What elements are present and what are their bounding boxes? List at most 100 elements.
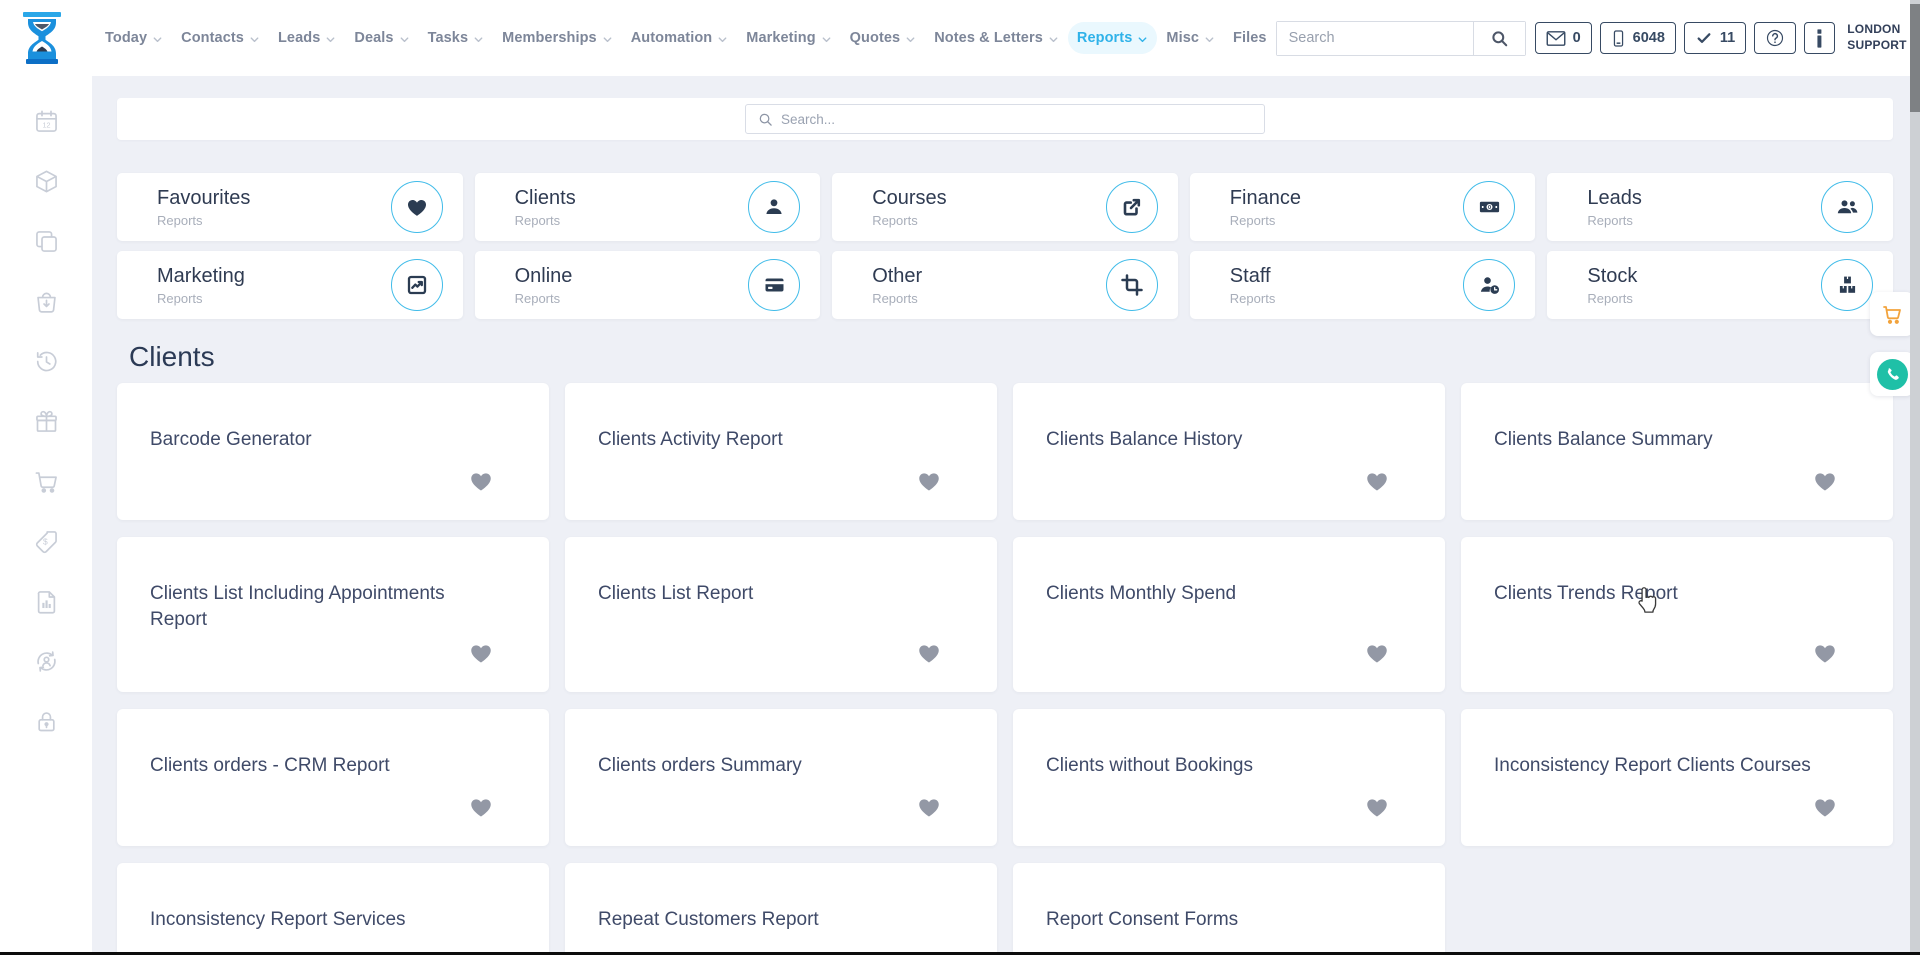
heart-icon: [405, 195, 429, 219]
messages-badge[interactable]: 0: [1535, 22, 1592, 54]
nav-item-today[interactable]: Today: [96, 22, 172, 54]
chevron-down-icon: [399, 34, 410, 45]
category-card-stock[interactable]: Stock Reports: [1547, 251, 1893, 319]
nav-item-leads[interactable]: Leads: [269, 22, 345, 54]
sidebar-item-price-tag[interactable]: $: [33, 528, 60, 555]
category-title: Leads: [1587, 187, 1821, 210]
scrollbar[interactable]: [1910, 0, 1920, 955]
category-card-leads[interactable]: Leads Reports: [1547, 173, 1893, 241]
scrollbar-thumb[interactable]: [1910, 4, 1920, 112]
nav-item-notes-letters[interactable]: Notes & Letters: [925, 22, 1068, 54]
report-card-clients-balance-history[interactable]: Clients Balance History: [1013, 383, 1445, 520]
nav-search-input[interactable]: [1277, 22, 1473, 55]
sidebar-item-gift[interactable]: [33, 408, 60, 435]
chevron-down-icon: [1048, 34, 1059, 45]
nav-item-contacts[interactable]: Contacts: [172, 22, 269, 54]
search-icon[interactable]: [1473, 22, 1525, 55]
help-badge[interactable]: [1754, 22, 1796, 54]
favourite-heart-icon[interactable]: [1812, 794, 1838, 820]
favourite-heart-icon[interactable]: [1364, 794, 1390, 820]
copy-icon: [33, 228, 60, 255]
tasks-badge[interactable]: 11: [1684, 22, 1746, 54]
nav-item-automation[interactable]: Automation: [622, 22, 738, 54]
sidebar-item-report-doc[interactable]: [33, 588, 60, 615]
boxes-icon: [1835, 273, 1860, 297]
report-card-barcode-generator[interactable]: Barcode Generator: [117, 383, 549, 520]
favourite-heart-icon[interactable]: [1812, 640, 1838, 666]
sidebar-item-calendar[interactable]: 12: [33, 108, 60, 135]
category-card-clients[interactable]: Clients Reports: [475, 173, 821, 241]
report-title: Clients orders Summary: [598, 753, 942, 779]
sidebar-item-lock[interactable]: [33, 708, 60, 735]
category-subtitle: Reports: [515, 291, 749, 306]
nav-item-files[interactable]: Files: [1224, 22, 1276, 54]
report-card-clients-orders-crm-report[interactable]: Clients orders - CRM Report: [117, 709, 549, 846]
category-icon-circle: [391, 259, 443, 311]
nav-item-marketing[interactable]: Marketing: [737, 22, 840, 54]
nav-item-label: Notes & Letters: [934, 30, 1043, 46]
nav-item-deals[interactable]: Deals: [345, 22, 418, 54]
favourite-heart-icon[interactable]: [916, 468, 942, 494]
nav-item-label: Automation: [631, 30, 713, 46]
report-card-clients-balance-summary[interactable]: Clients Balance Summary: [1461, 383, 1893, 520]
report-card-clients-activity-report[interactable]: Clients Activity Report: [565, 383, 997, 520]
report-card-inconsistency-report-clients-courses[interactable]: Inconsistency Report Clients Courses: [1461, 709, 1893, 846]
favourite-heart-icon[interactable]: [468, 794, 494, 820]
favourite-heart-icon[interactable]: [1364, 640, 1390, 666]
user-name: LONDON SUPPORT: [1847, 22, 1906, 53]
sidebar-item-bag[interactable]: [33, 288, 60, 315]
favourite-heart-icon[interactable]: [468, 468, 494, 494]
category-text: Finance Reports: [1230, 187, 1464, 228]
category-card-staff[interactable]: Staff Reports: [1190, 251, 1536, 319]
report-card-clients-list-including-appointments-report[interactable]: Clients List Including Appointments Repo…: [117, 537, 549, 692]
nav-item-tasks[interactable]: Tasks: [419, 22, 494, 54]
app-body: 12 $ Favourites Reports Clients Reports C…: [0, 76, 1920, 955]
shop-cart-icon[interactable]: [1870, 292, 1914, 336]
report-card-report-consent-forms[interactable]: Report Consent Forms: [1013, 863, 1445, 955]
app-logo-icon[interactable]: [18, 10, 66, 68]
report-card-clients-list-report[interactable]: Clients List Report: [565, 537, 997, 692]
category-card-other[interactable]: Other Reports: [832, 251, 1178, 319]
report-card-clients-without-bookings[interactable]: Clients without Bookings: [1013, 709, 1445, 846]
report-title: Clients List Including Appointments Repo…: [150, 581, 494, 632]
nav-item-misc[interactable]: Misc: [1157, 22, 1224, 54]
category-card-online[interactable]: Online Reports: [475, 251, 821, 319]
nav-item-quotes[interactable]: Quotes: [841, 22, 926, 54]
category-icon-circle: [1821, 259, 1873, 311]
category-title: Marketing: [157, 265, 391, 288]
category-card-courses[interactable]: Courses Reports: [832, 173, 1178, 241]
favourite-heart-icon[interactable]: [1364, 468, 1390, 494]
sidebar-item-copy[interactable]: [33, 228, 60, 255]
category-card-finance[interactable]: Finance Reports 0: [1190, 173, 1536, 241]
whatsapp-icon[interactable]: [1870, 352, 1914, 396]
report-card-clients-orders-summary[interactable]: Clients orders Summary: [565, 709, 997, 846]
category-card-favourites[interactable]: Favourites Reports: [117, 173, 463, 241]
report-card-clients-monthly-spend[interactable]: Clients Monthly Spend: [1013, 537, 1445, 692]
nav-item-reports[interactable]: Reports: [1068, 22, 1158, 54]
person-sync-icon: [33, 648, 60, 675]
calls-badge[interactable]: 6048: [1600, 22, 1676, 54]
package-icon: [33, 168, 60, 195]
favourite-heart-icon[interactable]: [916, 794, 942, 820]
main-content: Favourites Reports Clients Reports Cours…: [92, 76, 1920, 955]
favourite-heart-icon[interactable]: [468, 640, 494, 666]
content-search-input[interactable]: [781, 112, 1252, 127]
sidebar-item-cart[interactable]: [33, 468, 60, 495]
category-icon-circle: [1106, 181, 1158, 233]
category-subtitle: Reports: [1587, 291, 1821, 306]
report-card-repeat-customers-report[interactable]: Repeat Customers Report: [565, 863, 997, 955]
sidebar-item-history[interactable]: [33, 348, 60, 375]
favourite-heart-icon[interactable]: [916, 640, 942, 666]
sidebar-item-person-sync[interactable]: [33, 648, 60, 675]
report-title: Clients Balance Summary: [1494, 427, 1838, 453]
favourite-heart-icon[interactable]: [1812, 468, 1838, 494]
report-card-clients-trends-report[interactable]: Clients Trends Report: [1461, 537, 1893, 692]
sidebar-item-package[interactable]: [33, 168, 60, 195]
nav-item-label: Leads: [278, 30, 320, 46]
nav-item-memberships[interactable]: Memberships: [493, 22, 622, 54]
category-title: Stock: [1587, 265, 1821, 288]
report-title: Clients List Report: [598, 581, 942, 607]
report-card-inconsistency-report-services[interactable]: Inconsistency Report Services: [117, 863, 549, 955]
info-badge[interactable]: [1804, 22, 1835, 54]
category-card-marketing[interactable]: Marketing Reports: [117, 251, 463, 319]
